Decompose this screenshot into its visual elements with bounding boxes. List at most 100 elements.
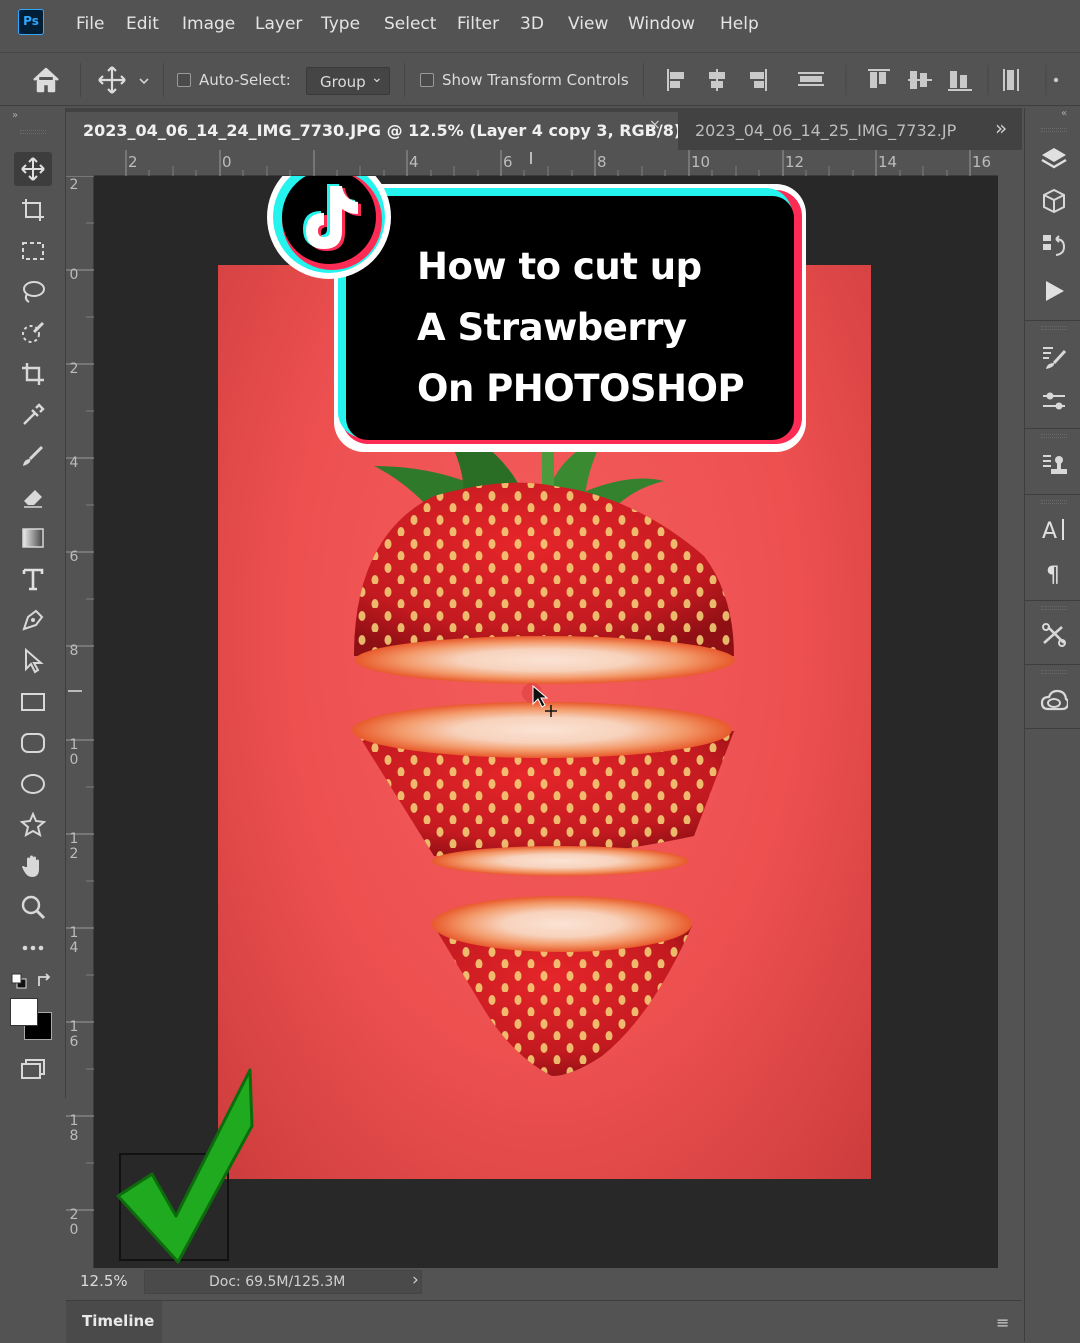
libraries-panel-button[interactable]: [1039, 686, 1069, 716]
menu-filter[interactable]: Filter: [457, 14, 499, 34]
panel-dock: « A ¶: [1024, 108, 1080, 1342]
menu-3d[interactable]: 3D: [520, 14, 544, 34]
3d-panel-button[interactable]: [1039, 186, 1069, 216]
panel-menu-icon[interactable]: ≡: [996, 1313, 1009, 1332]
ruler-label: 2: [128, 153, 138, 171]
character-panel-button[interactable]: A: [1039, 514, 1069, 544]
swap-colors-icon[interactable]: [36, 972, 54, 994]
menu-help[interactable]: Help: [720, 14, 759, 34]
ruler-label: 16: [972, 153, 992, 171]
clone-source-button[interactable]: [1039, 450, 1069, 480]
document-tab-active[interactable]: 2023_04_06_14_24_IMG_7730.JPG @ 12.5% (L…: [66, 112, 678, 150]
menu-window[interactable]: Window: [628, 14, 695, 34]
close-icon[interactable]: ×: [649, 117, 661, 133]
ruler-label: 1 2: [69, 831, 79, 862]
auto-select-target-dropdown[interactable]: Group ⌄: [306, 67, 390, 95]
layers-panel-button[interactable]: [1039, 144, 1069, 174]
ruler-label: 4: [69, 455, 79, 471]
more-tools-button[interactable]: [14, 931, 52, 965]
gradient-tool[interactable]: [14, 521, 52, 555]
custom-shape-tool[interactable]: [14, 808, 52, 842]
crop-icon: [22, 363, 44, 385]
rounded-rectangle-tool[interactable]: [14, 726, 52, 760]
timeline-panel: Timeline ≡: [66, 1300, 1022, 1343]
collapse-panel-icon[interactable]: »: [12, 110, 18, 121]
paragraph-panel-button[interactable]: ¶: [1039, 558, 1069, 588]
zoom-tool[interactable]: [14, 890, 52, 924]
panel-grip[interactable]: [1041, 500, 1067, 504]
hand-tool[interactable]: [14, 849, 52, 883]
auto-select-checkbox[interactable]: [177, 73, 191, 87]
panel-grip[interactable]: [1041, 670, 1067, 674]
eyedropper-icon: [23, 403, 45, 425]
artboard-icon: [22, 199, 44, 221]
path-selection-tool[interactable]: [14, 644, 52, 678]
stamp-icon: [1043, 455, 1067, 474]
marquee-tool[interactable]: [14, 234, 52, 268]
rectangular-marquee-icon: [22, 242, 44, 260]
timeline-tab[interactable]: Timeline: [66, 1301, 162, 1343]
status-bar: 12.5% Doc: 69.5M/125.3M ›: [66, 1268, 1022, 1296]
menu-select[interactable]: Select: [384, 14, 436, 34]
panel-separator: [1025, 428, 1080, 429]
move-tool[interactable]: [14, 152, 52, 186]
panel-grip[interactable]: [1041, 606, 1067, 610]
panel-grip[interactable]: [1041, 326, 1067, 330]
actions-panel-button[interactable]: [1039, 276, 1069, 306]
default-colors-icon[interactable]: [10, 972, 28, 994]
ruler-ticks: [66, 176, 94, 1211]
crop-tool[interactable]: [14, 357, 52, 391]
menu-bar: Ps File Edit Image Layer Type Select Fil…: [0, 0, 1080, 50]
adjustments-panel-button[interactable]: [1039, 386, 1069, 416]
rectangle-icon: [21, 693, 45, 711]
ellipse-tool[interactable]: [14, 767, 52, 801]
menu-edit[interactable]: Edit: [126, 14, 159, 34]
title-line: On PHOTOSHOP: [417, 367, 745, 410]
pen-tool[interactable]: [14, 603, 52, 637]
artboard-tool[interactable]: [14, 193, 52, 227]
screen-mode-button[interactable]: [14, 1053, 52, 1087]
type-tool[interactable]: [14, 562, 52, 596]
svg-text:A: A: [1042, 519, 1057, 543]
ruler-label: 8: [597, 153, 607, 171]
panel-grip[interactable]: [20, 130, 46, 134]
tool-presets-button[interactable]: [1039, 620, 1069, 650]
rectangle-tool[interactable]: [14, 685, 52, 719]
collapse-panel-icon[interactable]: «: [1061, 108, 1067, 119]
menu-layer[interactable]: Layer: [255, 14, 302, 34]
zoom-level-field[interactable]: 12.5%: [80, 1272, 128, 1290]
ruler-label: 1 4: [69, 925, 79, 956]
ruler-label: 10: [691, 153, 711, 171]
tab-title: 2023_04_06_14_24_IMG_7730.JPG @ 12.5% (L…: [83, 121, 678, 140]
eraser-tool[interactable]: [14, 480, 52, 514]
lasso-tool[interactable]: [14, 275, 52, 309]
document-tab-inactive[interactable]: 2023_04_06_14_25_IMG_7732.JP: [695, 121, 962, 140]
menu-type[interactable]: Type: [321, 14, 360, 34]
panel-separator: [1025, 494, 1080, 495]
chevron-right-icon[interactable]: ›: [412, 1270, 419, 1290]
eyedropper-tool[interactable]: [14, 398, 52, 432]
show-transform-checkbox[interactable]: [420, 73, 434, 87]
vertical-ruler[interactable]: 2 0 2 4 6 8 1 0 1 2 1 4 1 6 1 8 2 0: [66, 176, 94, 1268]
foreground-color-swatch[interactable]: [10, 998, 38, 1026]
menu-image[interactable]: Image: [182, 14, 235, 34]
more-tabs-icon[interactable]: »: [995, 116, 1007, 140]
ruler-origin[interactable]: [66, 150, 94, 176]
history-panel-button[interactable]: [1039, 230, 1069, 260]
menu-view[interactable]: View: [568, 14, 608, 34]
menu-file[interactable]: File: [76, 14, 104, 34]
panel-grip[interactable]: [1041, 434, 1067, 438]
quick-selection-tool[interactable]: [14, 316, 52, 350]
ruler-label: 6: [69, 549, 79, 565]
dropdown-value: Group: [320, 73, 366, 91]
horizontal-ruler[interactable]: 2 0 4 6 8 10 12 14 16: [94, 150, 998, 176]
show-transform-label: Show Transform Controls: [442, 71, 629, 89]
brush-settings-button[interactable]: [1039, 342, 1069, 372]
ruler-label: 1 6: [69, 1019, 79, 1050]
brush-tool[interactable]: [14, 439, 52, 473]
home-icon[interactable]: [30, 65, 62, 99]
timeline-label: Timeline: [82, 1312, 155, 1330]
move-tool-preset-icon[interactable]: [96, 64, 156, 100]
align-buttons: [660, 65, 1060, 99]
panel-grip[interactable]: [1041, 128, 1067, 132]
